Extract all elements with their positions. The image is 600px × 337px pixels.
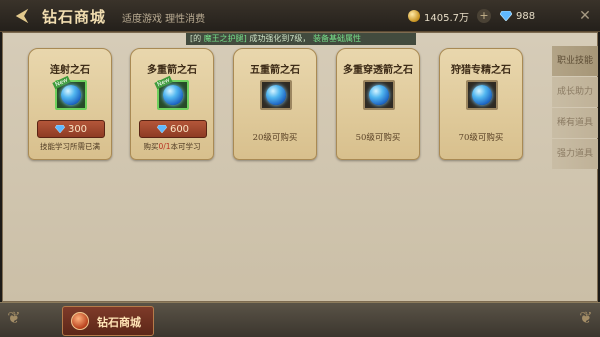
note-prefix: 购买: [143, 142, 159, 151]
item-slot[interactable]: New: [154, 75, 189, 110]
ornament-icon: ❦: [579, 308, 593, 327]
top-bar: ⮜ 钻石商城 适度游戏 理性消费 1405.7万 + 988 ✕: [0, 0, 600, 32]
card-note: 技能学习所需已满: [40, 142, 100, 151]
note-suffix: 本可学习: [170, 142, 201, 151]
card-title: 多重箭之石: [147, 65, 197, 76]
system-ticker: [的 魔王之护腿] 成功强化到7级， 装备基础属性: [186, 33, 416, 45]
shop-card[interactable]: 连射之石 New 300 技能学习所需已满: [28, 48, 112, 160]
gold-coin-icon: [408, 10, 420, 22]
shop-card[interactable]: 多重箭之石 New 600 购买0/1本可学习: [130, 48, 214, 160]
diamond-balance: 988: [500, 8, 535, 24]
ticker-text: 成功强化到7级，: [249, 34, 311, 43]
tab-power[interactable]: 强力道具: [552, 139, 598, 169]
diamond-icon: [156, 125, 167, 133]
price: 300: [67, 123, 88, 135]
tab-rare[interactable]: 稀有道具: [552, 108, 598, 138]
card-title: 狩猎专精之石: [451, 65, 511, 76]
tab-skills[interactable]: 职业技能: [552, 46, 598, 76]
gold-amount: 1405.7万: [424, 12, 469, 24]
note-count: 0/1: [158, 142, 171, 151]
shop-card[interactable]: 五重箭之石 20级可购买: [233, 48, 317, 160]
level-requirement: 20级可购买: [252, 133, 298, 143]
level-requirement: 50级可购买: [355, 133, 401, 143]
ticker-text-2: 装备基础属性: [312, 34, 361, 43]
skill-stone-orb-icon: [472, 85, 492, 105]
diamond-icon: [500, 11, 512, 21]
page-title: 钻石商城: [42, 8, 107, 26]
bottom-tab-label: 钻石商城: [97, 316, 141, 329]
card-title: 五重箭之石: [250, 65, 300, 76]
shop-card[interactable]: 狩猎专精之石 70级可购买: [439, 48, 523, 160]
diamond-icon: [54, 125, 65, 133]
ticker-item: 魔王之护腿]: [203, 34, 247, 43]
skill-stone-orb-icon: [61, 85, 81, 105]
skill-stone-orb-icon: [369, 85, 389, 105]
item-slot[interactable]: New: [52, 75, 87, 110]
gold-balance: 1405.7万 +: [408, 8, 491, 24]
shop-card[interactable]: 多重穿透箭之石 50级可购买: [336, 48, 420, 160]
item-slot[interactable]: [363, 80, 395, 110]
age-notice: 适度游戏 理性消费: [122, 14, 206, 25]
level-requirement: 70级可购买: [458, 133, 504, 143]
item-slot[interactable]: [466, 80, 498, 110]
price: 600: [169, 123, 190, 135]
side-tabs: 职业技能 成长助力 稀有道具 强力道具: [552, 46, 598, 170]
tab-diamond-shop[interactable]: 钻石商城: [62, 306, 154, 336]
card-title: 连射之石: [50, 65, 90, 76]
diamond-amount: 988: [516, 10, 536, 22]
ornament-icon: ❦: [7, 308, 21, 327]
ticker-prefix: [的: [190, 34, 202, 43]
skill-stone-orb-icon: [266, 85, 286, 105]
back-arrow-icon[interactable]: ⮜: [4, 5, 40, 27]
close-icon[interactable]: ✕: [576, 7, 594, 25]
shop-emblem-icon: [71, 312, 89, 330]
item-slot[interactable]: [260, 80, 292, 110]
skill-stone-orb-icon: [163, 85, 183, 105]
add-gold-button[interactable]: +: [477, 9, 491, 23]
buy-button[interactable]: 600: [139, 120, 207, 138]
card-title: 多重穿透箭之石: [343, 65, 413, 76]
card-note: 购买0/1本可学习: [131, 141, 213, 152]
buy-button[interactable]: 300: [37, 120, 105, 138]
tab-growth[interactable]: 成长助力: [552, 77, 598, 107]
